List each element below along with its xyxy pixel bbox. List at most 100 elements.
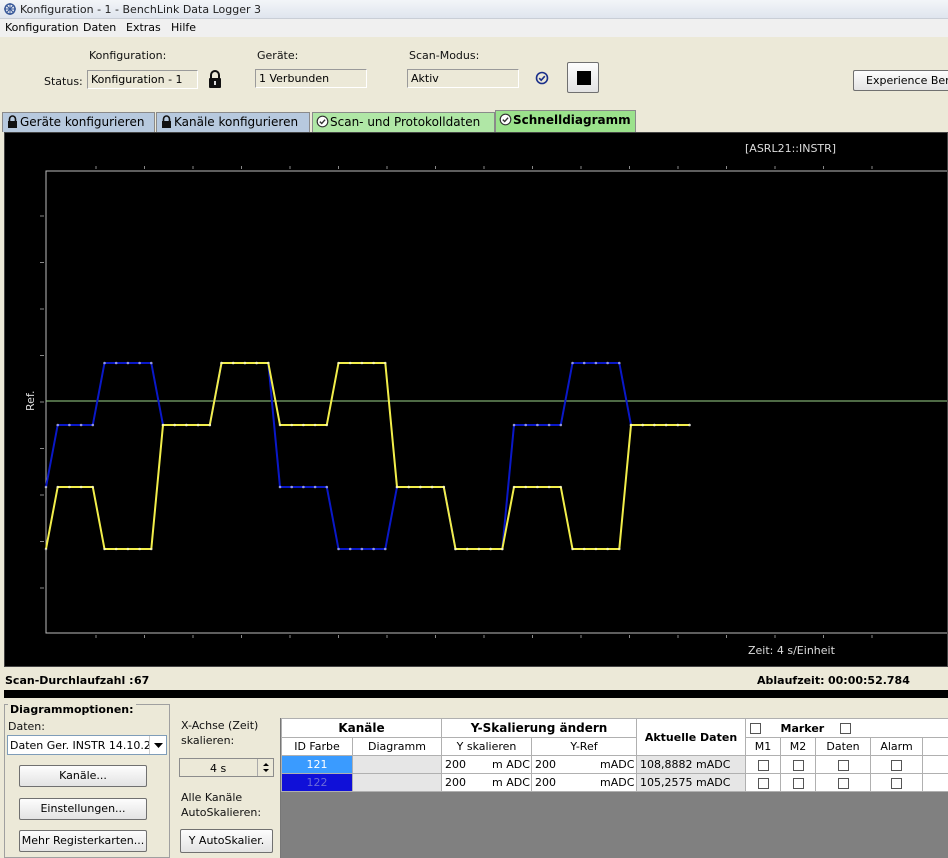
spinner-arrows-icon[interactable] [257,759,273,776]
marker-all-checkbox[interactable] [750,723,762,734]
data-point [255,361,258,365]
instrument-label: [ASRL21::INSTR] [745,142,836,155]
menu-konfiguration[interactable]: Konfiguration [5,21,79,34]
data-point [348,361,352,365]
y-scale-cell[interactable]: 200 m ADC [441,773,533,792]
data-point [103,547,106,551]
data-point [161,423,165,427]
data-point [231,361,235,365]
data-point [290,485,294,489]
col-alarm: Alarm [870,737,924,756]
tab-scan-protokolldaten[interactable]: Scan- und Protokolldaten [312,112,495,132]
diagram-cell[interactable] [351,773,443,792]
y-ref-cell[interactable]: 200 mADC [531,773,638,792]
diagram-cell[interactable] [351,755,443,774]
daten-label: Daten: [8,720,45,733]
data-point [44,547,48,551]
status-label: Status: [44,75,83,88]
einstellungen-button[interactable]: Einstellungen... [19,798,147,820]
data-point [582,547,586,551]
data-point [372,361,375,365]
scanmodus-label: Scan-Modus: [409,49,480,62]
y-ref-cell[interactable]: 200 mADC [531,755,638,774]
toolbar: Konfiguration: Status: Konfiguration - 1… [0,37,948,110]
runtime-value: 00:00:52.784 [828,674,910,687]
table-row[interactable]: 122 200 m ADC 200 mADC 105,2575 mADC [281,773,948,792]
lock-icon [162,115,171,128]
y-scale-cell[interactable]: 200 m ADC [441,755,533,774]
data-point [477,547,481,551]
lock-icon[interactable] [207,69,223,89]
tab-kanaele-konfigurieren[interactable]: Kanäle konfigurieren [156,112,310,132]
col-data: Daten [815,737,872,756]
daten-select[interactable]: Daten Ger. INSTR 14.10.2 [7,735,167,755]
more-tabs-button[interactable]: Mehr Registerkarten... [19,830,147,852]
data-point [547,423,551,427]
data-point [313,423,317,427]
menu-hilfe[interactable]: Hilfe [171,21,196,34]
data-checkbox[interactable] [837,777,849,789]
tab-schnelldiagramm[interactable]: Schnelldiagramm [495,110,636,132]
data-point [348,547,352,551]
data-point [278,423,282,427]
data-point [618,361,621,365]
alarm-checkbox[interactable] [891,777,903,789]
marker-header: Marker [745,718,948,738]
menu-extras[interactable]: Extras [126,21,161,34]
data-point [384,547,387,551]
channel-id[interactable]: 122 [281,773,353,792]
x-axis-spinner[interactable]: 4 s [179,758,274,777]
alarm-checkbox[interactable] [891,759,903,771]
menu-bar: Konfiguration Daten Extras Hilfe [0,19,948,37]
data-point [91,485,95,489]
y-axis-label: Ref. [24,391,37,412]
group-current-data: Aktuelle Daten [636,718,747,756]
data-point [173,423,176,427]
col-diagram: Diagramm [351,737,443,756]
data-point [185,423,188,427]
data-point [56,485,59,489]
m1-checkbox[interactable] [757,759,769,771]
kanaele-button[interactable]: Kanäle... [19,765,147,787]
check-circle-icon [316,115,329,128]
table-row[interactable]: 121 200 m ADC 200 mADC 108,8882 mADC [281,755,948,774]
experience-button[interactable]: Experience Benc [853,70,948,91]
tab-strip: Geräte konfigurieren Kanäle konfiguriere… [0,110,948,132]
data-point [606,361,609,365]
data-point [454,547,457,551]
data-point [91,423,95,427]
window-title: Konfiguration - 1 - BenchLink Data Logge… [20,3,262,16]
data-all-checkbox[interactable] [839,723,851,734]
m2-checkbox[interactable] [792,777,804,789]
data-point [302,423,305,427]
data-point [664,423,668,427]
data-checkbox[interactable] [837,759,849,771]
col-m1: M1 [745,737,782,756]
quick-chart[interactable]: [ASRL21::INSTR] Ref. Zeit: 4 s/Einheit [5,133,948,666]
group-y-scaling: Y-Skalierung ändern [441,718,638,738]
y-autoscale-button[interactable]: Y AutoSkalier. [180,829,273,853]
data-point [442,485,446,489]
channel-id[interactable]: 121 [281,755,353,774]
data-point [302,485,305,489]
tab-geraete-konfigurieren[interactable]: Geräte konfigurieren [2,112,155,132]
data-point [79,423,83,427]
data-point [465,547,469,551]
data-point [547,485,551,489]
m1-checkbox[interactable] [757,777,769,789]
m2-checkbox[interactable] [792,759,804,771]
x-axis-spinner-value: 4 s [210,762,227,775]
data-point [126,361,130,365]
data-point [524,485,527,489]
title-bar: Konfiguration - 1 - BenchLink Data Logge… [0,0,948,19]
menu-daten[interactable]: Daten [83,21,116,34]
chevron-down-icon[interactable] [149,736,166,754]
data-point [208,423,212,427]
data-point [512,485,516,489]
data-point [430,485,434,489]
status-line: Scan-Durchlaufzahl : 67 Ablaufzeit: 00:0… [0,670,948,690]
data-point [138,547,141,551]
data-point [419,485,422,489]
check-circle-icon [499,113,512,126]
stop-button[interactable] [567,62,599,93]
